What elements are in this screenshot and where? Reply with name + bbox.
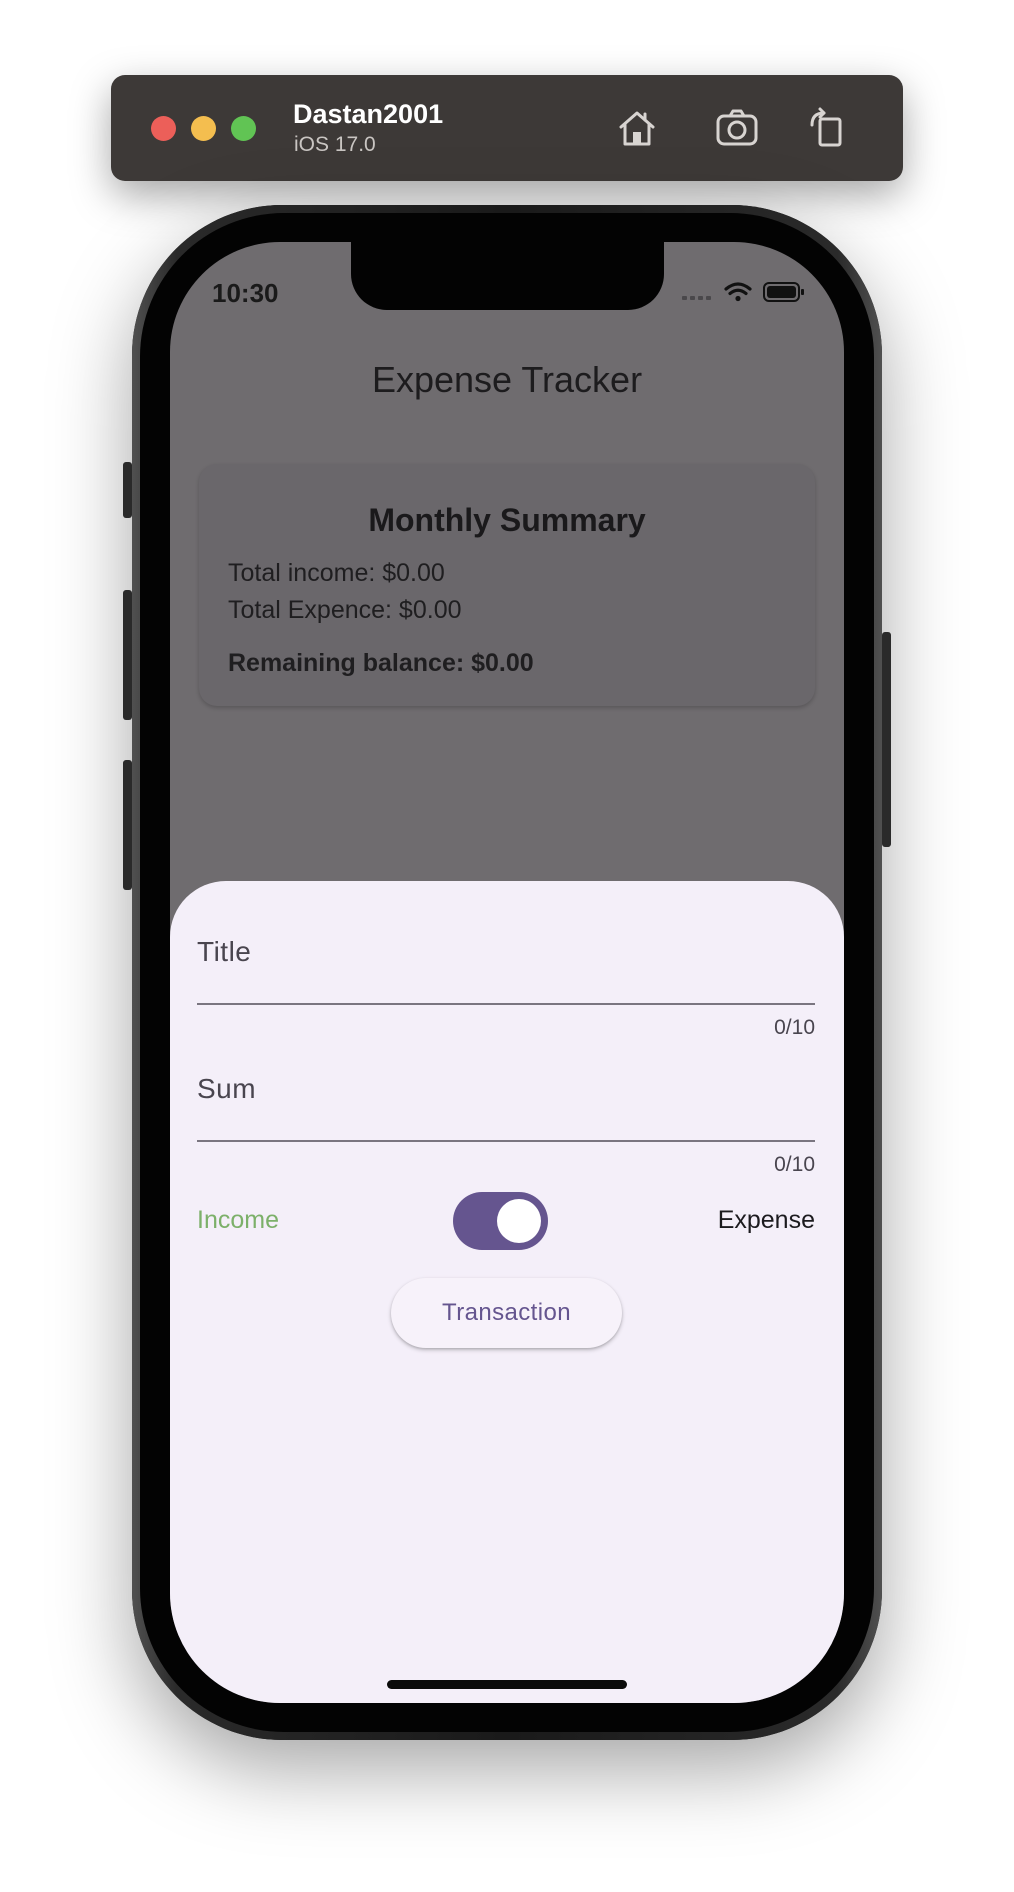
- wifi-icon: [724, 282, 752, 302]
- signal-icon: [682, 296, 711, 300]
- notch: [351, 242, 664, 310]
- status-icons: [682, 282, 804, 302]
- device-name: Dastan2001: [293, 99, 444, 129]
- screenshot-icon: [716, 109, 758, 146]
- phone-screen: 10:30 Expense Tracker Monthly Summary To…: [170, 242, 844, 1703]
- home-indicator: [387, 1680, 627, 1689]
- os-version: iOS 17.0: [294, 133, 376, 156]
- type-toggle-row: Income Expense: [197, 1192, 815, 1252]
- transaction-button[interactable]: Transaction: [391, 1278, 622, 1348]
- sum-field-underline: [197, 1140, 815, 1142]
- home-icon: [619, 111, 655, 146]
- income-expense-switch[interactable]: [453, 1192, 548, 1250]
- expense-label: Expense: [717, 1206, 815, 1234]
- screenshot-button[interactable]: [714, 105, 760, 151]
- battery-icon: [763, 282, 804, 302]
- title-field-underline: [197, 1003, 815, 1005]
- volume-up-button: [123, 590, 132, 720]
- mute-switch: [123, 462, 132, 518]
- simulator-toolbar: Dastan2001 iOS 17.0: [111, 75, 903, 181]
- status-time: 10:30: [212, 278, 279, 308]
- zoom-window-button[interactable]: [231, 116, 256, 141]
- title-field-counter: 0/10: [774, 1016, 815, 1039]
- title-field-label: Title: [197, 936, 252, 967]
- income-label: Income: [197, 1206, 279, 1234]
- switch-knob: [497, 1199, 541, 1243]
- rotate-button[interactable]: [804, 105, 850, 151]
- remaining-balance: Remaining balance: $0.00: [228, 649, 534, 677]
- close-window-button[interactable]: [151, 116, 176, 141]
- add-transaction-sheet: Title 0/10 Sum 0/10 Income Expense Trans…: [170, 881, 844, 1703]
- home-button[interactable]: [614, 105, 660, 151]
- sum-field-label: Sum: [197, 1073, 257, 1104]
- total-expense: Total Expence: $0.00: [228, 596, 462, 624]
- minimize-window-button[interactable]: [191, 116, 216, 141]
- rotate-icon: [810, 107, 842, 147]
- sum-field-counter: 0/10: [774, 1153, 815, 1176]
- power-button: [882, 632, 891, 847]
- monthly-summary-card: Monthly Summary Total income: $0.00 Tota…: [199, 464, 815, 706]
- app-bar-title: Expense Tracker: [371, 359, 643, 400]
- summary-title: Monthly Summary: [368, 502, 646, 538]
- volume-down-button: [123, 760, 132, 890]
- total-income: Total income: $0.00: [228, 559, 445, 587]
